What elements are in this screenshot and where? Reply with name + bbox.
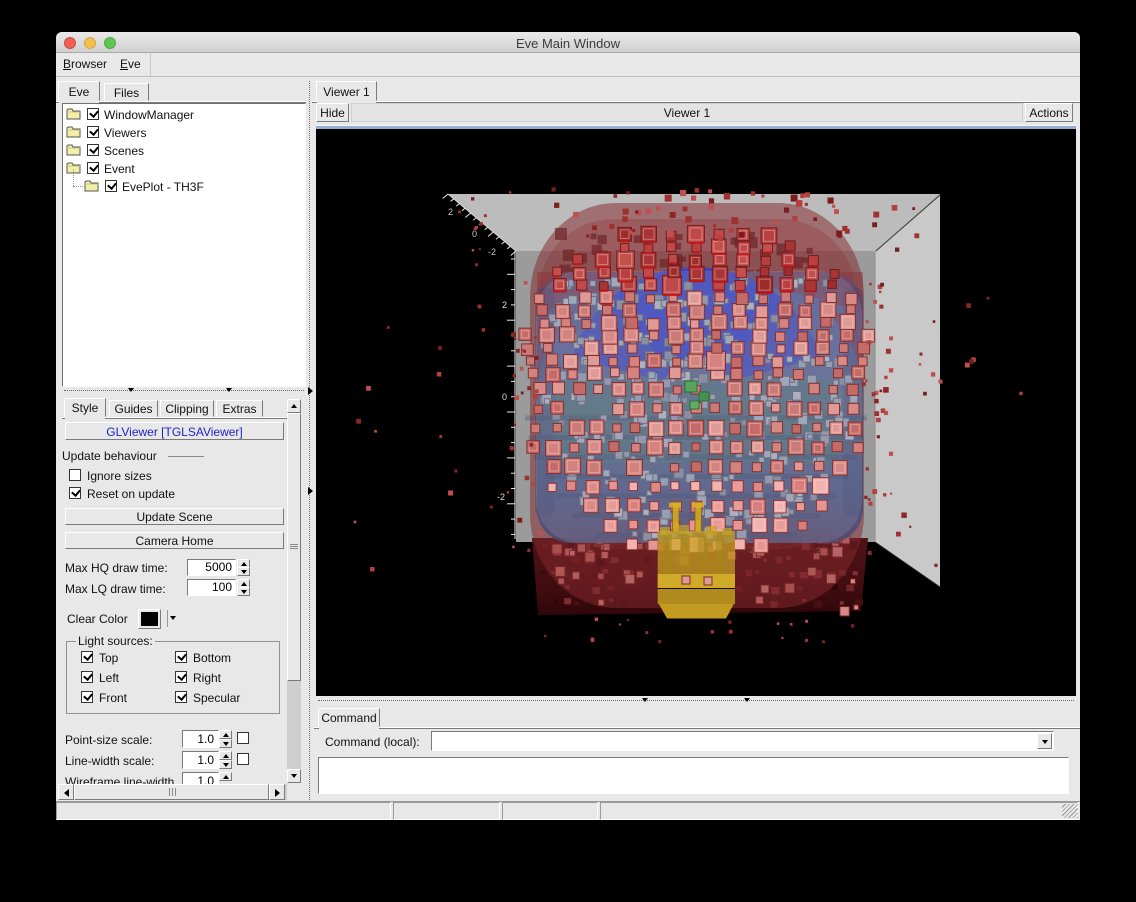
svg-text:0: 0 [472,229,477,239]
svg-text:0: 0 [502,392,507,402]
svg-text:-2: -2 [488,247,496,257]
svg-text:-2: -2 [497,492,505,502]
svg-text:2: 2 [502,300,507,310]
svg-text:2: 2 [448,207,453,217]
